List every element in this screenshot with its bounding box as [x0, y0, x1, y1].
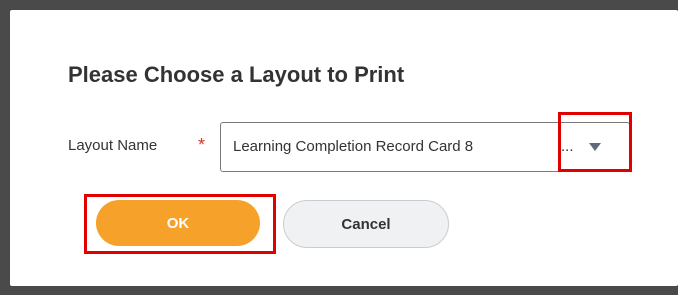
ok-highlight-box — [84, 194, 276, 254]
cancel-button[interactable]: Cancel — [283, 200, 449, 248]
required-marker: * — [198, 135, 206, 155]
layout-name-value: Learning Completion Record Card 8 — [233, 138, 474, 155]
dropdown-highlight-box — [558, 112, 632, 172]
dialog-title: Please Choose a Layout to Print — [68, 62, 405, 87]
print-layout-dialog: Please Choose a Layout to Print Layout N… — [10, 10, 678, 286]
screen-background: Please Choose a Layout to Print Layout N… — [0, 0, 678, 295]
layout-name-label: Layout Name — [68, 137, 158, 154]
